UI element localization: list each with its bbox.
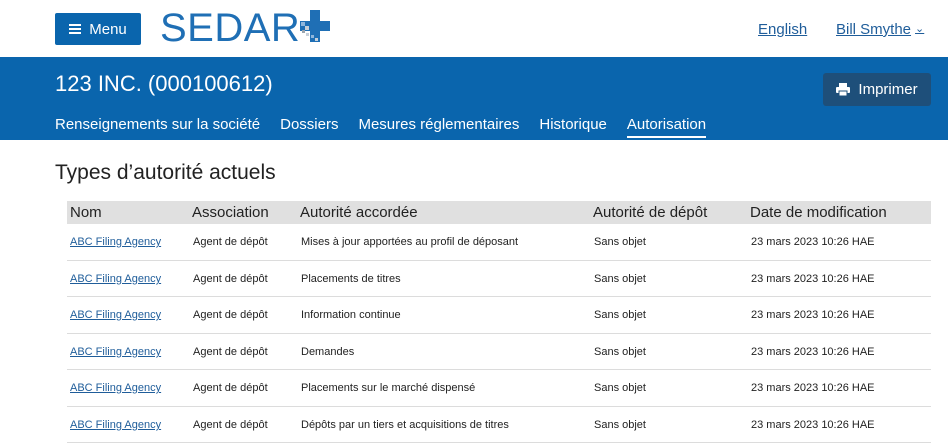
company-tabs: Renseignements sur la société Dossiers M…	[55, 116, 726, 138]
filing-authority-cell: Sans objet	[594, 236, 646, 248]
filing-authority-cell: Sans objet	[594, 273, 646, 285]
authority-cell: Mises à jour apportées au profil de dépo…	[301, 236, 519, 248]
column-header-date[interactable]: Date de modification	[750, 201, 887, 224]
company-band: 123 INC. (000100612) Imprimer Renseignem…	[0, 57, 948, 140]
tab-dossiers[interactable]: Dossiers	[280, 116, 338, 138]
date-cell: 23 mars 2023 10:26 HAE	[751, 382, 875, 394]
column-header-association[interactable]: Association	[192, 201, 269, 224]
agency-link[interactable]: ABC Filing Agency	[70, 382, 161, 394]
tab-mesures-reglementaires[interactable]: Mesures réglementaires	[358, 116, 519, 138]
tab-historique[interactable]: Historique	[539, 116, 607, 138]
column-header-autorite-depot[interactable]: Autorité de dépôt	[593, 201, 707, 224]
agency-link[interactable]: ABC Filing Agency	[70, 236, 161, 248]
agency-link[interactable]: ABC Filing Agency	[70, 309, 161, 321]
menu-button-label: Menu	[89, 20, 127, 38]
authority-cell: Placements sur le marché dispensé	[301, 382, 476, 394]
user-name: Bill Smythe	[836, 21, 912, 38]
association-cell: Agent de dépôt	[193, 419, 268, 431]
date-cell: 23 mars 2023 10:26 HAE	[751, 309, 875, 321]
tab-renseignements[interactable]: Renseignements sur la société	[55, 116, 260, 138]
authority-cell: Information continue	[301, 309, 401, 321]
logo-text: SEDAR	[160, 6, 301, 50]
print-button-label: Imprimer	[858, 81, 918, 98]
agency-link[interactable]: ABC Filing Agency	[70, 346, 161, 358]
association-cell: Agent de dépôt	[193, 382, 268, 394]
plus-logo-icon	[300, 10, 331, 42]
printer-icon	[836, 83, 851, 96]
tab-autorisation[interactable]: Autorisation	[626, 116, 707, 138]
chevron-down-icon: ⌄	[915, 23, 925, 35]
authority-cell: Demandes	[301, 346, 355, 358]
authority-cell: Dépôts par un tiers et acquisitions de t…	[301, 419, 509, 431]
column-header-nom[interactable]: Nom	[70, 201, 102, 224]
menu-button[interactable]: Menu	[55, 13, 141, 45]
hamburger-icon	[69, 24, 82, 34]
agency-link[interactable]: ABC Filing Agency	[70, 419, 161, 431]
authority-cell: Placements de titres	[301, 273, 401, 285]
agency-link[interactable]: ABC Filing Agency	[70, 273, 161, 285]
date-cell: 23 mars 2023 10:26 HAE	[751, 236, 875, 248]
column-header-autorite-accordee[interactable]: Autorité accordée	[300, 201, 418, 224]
association-cell: Agent de dépôt	[193, 273, 268, 285]
sedar-logo[interactable]: SEDAR	[160, 6, 331, 50]
filing-authority-cell: Sans objet	[594, 382, 646, 394]
section-title: Types d’autorité actuels	[55, 161, 276, 184]
language-link[interactable]: English	[758, 21, 807, 38]
association-cell: Agent de dépôt	[193, 236, 268, 248]
filing-authority-cell: Sans objet	[594, 309, 646, 321]
company-title: 123 INC. (000100612)	[55, 71, 273, 96]
date-cell: 23 mars 2023 10:26 HAE	[751, 346, 875, 358]
filing-authority-cell: Sans objet	[594, 346, 646, 358]
filing-authority-cell: Sans objet	[594, 419, 646, 431]
user-menu-link[interactable]: Bill Smythe ⌄	[836, 21, 924, 38]
date-cell: 23 mars 2023 10:26 HAE	[751, 273, 875, 285]
date-cell: 23 mars 2023 10:26 HAE	[751, 419, 875, 431]
print-button[interactable]: Imprimer	[823, 73, 931, 106]
association-cell: Agent de dépôt	[193, 309, 268, 321]
top-header: Menu SEDAR English Bill Smythe ⌄	[0, 0, 948, 57]
association-cell: Agent de dépôt	[193, 346, 268, 358]
